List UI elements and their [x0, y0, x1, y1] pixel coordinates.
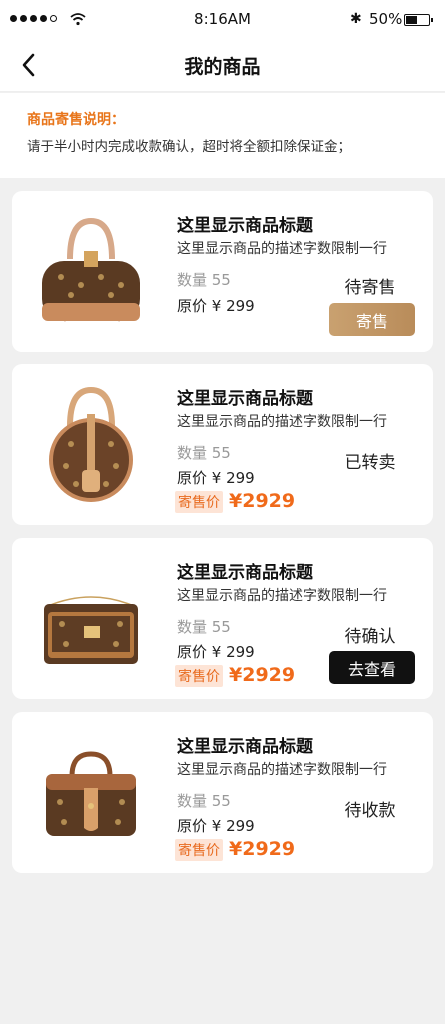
status-label: 待寄售 — [344, 278, 396, 298]
battery-percentage: 50% — [369, 10, 403, 28]
product-image — [44, 596, 138, 664]
product-quantity: 数量 55 — [177, 618, 231, 636]
page-title: 我的商品 — [184, 56, 261, 78]
product-description: 这里显示商品的描述字数限制一行 — [177, 588, 387, 604]
consignment-price-label: 寄售价 — [175, 491, 223, 513]
consignment-price: 寄售价 ¥2929 — [175, 664, 295, 687]
product-title: 这里显示商品标题 — [177, 737, 313, 757]
consign-button[interactable]: 寄售 — [329, 303, 415, 336]
consignment-price: 寄售价 ¥2929 — [175, 838, 295, 861]
notice-text: 请于半小时内完成收款确认，超时将全额扣除保证金； — [27, 139, 351, 155]
view-button[interactable]: 去查看 — [329, 651, 415, 684]
status-label: 已转卖 — [344, 453, 396, 473]
consignment-price-value: ¥2929 — [229, 838, 296, 860]
product-description: 这里显示商品的描述字数限制一行 — [177, 414, 387, 430]
status-bar: 8:16AM ✱ 50% — [0, 0, 445, 40]
product-title: 这里显示商品标题 — [177, 216, 313, 236]
status-label: 待收款 — [344, 801, 396, 821]
consignment-price-label: 寄售价 — [175, 665, 223, 687]
product-card[interactable]: 这里显示商品标题 这里显示商品的描述字数限制一行 数量 55 原价 ¥ 299 … — [12, 712, 433, 873]
product-image — [49, 386, 133, 502]
product-card[interactable]: 这里显示商品标题 这里显示商品的描述字数限制一行 数量 55 原价 ¥ 299 … — [12, 538, 433, 699]
consignment-price-label: 寄售价 — [175, 839, 223, 861]
original-price: 原价 ¥ 299 — [177, 643, 255, 661]
product-description: 这里显示商品的描述字数限制一行 — [177, 241, 387, 257]
product-card[interactable]: 这里显示商品标题 这里显示商品的描述字数限制一行 数量 55 原价 ¥ 299 … — [12, 191, 433, 352]
consignment-price-value: ¥2929 — [229, 490, 296, 512]
product-card[interactable]: 这里显示商品标题 这里显示商品的描述字数限制一行 数量 55 原价 ¥ 299 … — [12, 364, 433, 525]
original-price: 原价 ¥ 299 — [177, 817, 255, 835]
product-quantity: 数量 55 — [177, 271, 231, 289]
product-image — [42, 217, 140, 322]
consignment-price-value: ¥2929 — [229, 664, 296, 686]
battery-icon — [404, 14, 433, 26]
bluetooth-icon: ✱ — [350, 11, 362, 27]
original-price: 原价 ¥ 299 — [177, 297, 255, 315]
nav-bar: 我的商品 — [0, 40, 445, 92]
product-description: 这里显示商品的描述字数限制一行 — [177, 762, 387, 778]
status-label: 待确认 — [344, 627, 396, 647]
consignment-price: 寄售价 ¥2929 — [175, 490, 295, 513]
notice-title: 商品寄售说明： — [27, 112, 125, 128]
product-title: 这里显示商品标题 — [177, 563, 313, 583]
consignment-notice: 商品寄售说明： 请于半小时内完成收款确认，超时将全额扣除保证金； — [0, 93, 445, 178]
product-quantity: 数量 55 — [177, 444, 231, 462]
product-quantity: 数量 55 — [177, 792, 231, 810]
product-title: 这里显示商品标题 — [177, 389, 313, 409]
original-price: 原价 ¥ 299 — [177, 469, 255, 487]
product-image — [46, 751, 136, 836]
